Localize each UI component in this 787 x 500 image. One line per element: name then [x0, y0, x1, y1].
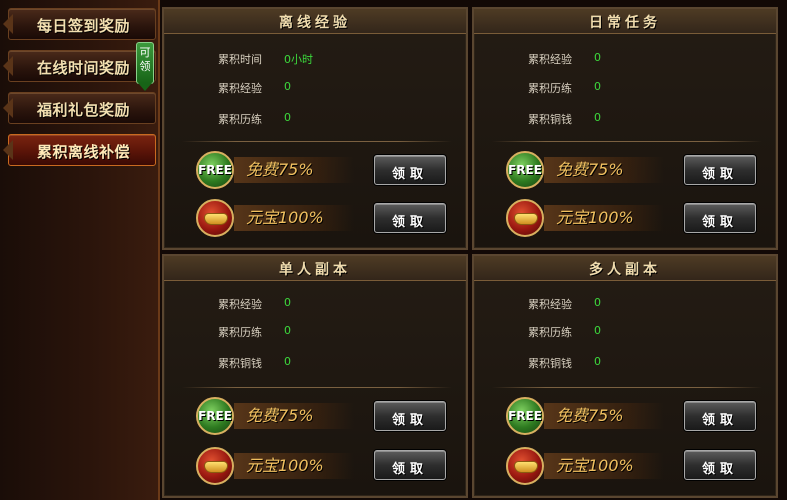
stat-label: 累积经验 — [528, 298, 572, 311]
stat-value: 0 — [284, 324, 291, 337]
sidebar-item-label: 累积离线补偿 — [37, 143, 131, 161]
claim-free-button[interactable]: 领取 — [684, 155, 756, 185]
stat-label: 累积历练 — [218, 326, 262, 339]
sidebar-item-online-time[interactable]: 在线时间奖励 — [3, 50, 156, 82]
panel-header: 单人副本 — [164, 256, 466, 281]
sidebar-item-label: 在线时间奖励 — [37, 59, 131, 77]
sidebar: 每日签到奖励 在线时间奖励 可领 福利礼包奖励 累积离线补偿 — [0, 0, 160, 500]
panel-title: 离线经验 — [279, 15, 351, 31]
claim-button-label: 领取 — [391, 462, 428, 477]
free-icon-label: FREE — [198, 409, 232, 423]
reward-ingot-label: 元宝100% — [234, 453, 354, 479]
stat-label: 累积铜钱 — [528, 357, 572, 370]
sidebar-item-offline-compensation[interactable]: 累积离线补偿 — [3, 134, 156, 166]
stat-label: 累积历练 — [528, 326, 572, 339]
claim-ingot-button[interactable]: 领取 — [684, 203, 756, 233]
sidebar-item-welfare-gift[interactable]: 福利礼包奖励 — [3, 92, 156, 124]
reward-free-label: 免费75% — [234, 403, 354, 429]
panel-solo-dungeon: 单人副本 累积经验 0 累积历练 0 累积铜钱 0 FREE 免费75% 领取 … — [162, 254, 468, 498]
divider — [492, 387, 762, 388]
stat-value: 0 — [284, 355, 291, 368]
stat-label: 累积历练 — [528, 82, 572, 95]
claim-free-button[interactable]: 领取 — [374, 401, 446, 431]
free-icon-label: FREE — [198, 163, 232, 177]
sidebar-item-daily-checkin[interactable]: 每日签到奖励 — [3, 8, 156, 40]
panel-header: 日常任务 — [474, 9, 776, 34]
free-icon-label: FREE — [508, 409, 542, 423]
panel-title: 日常任务 — [589, 15, 661, 31]
claim-button-label: 领取 — [701, 215, 738, 230]
stat-value: 0 — [594, 324, 601, 337]
stat-value: 0 — [284, 80, 291, 93]
gold-ingot-icon — [196, 447, 234, 485]
claim-ingot-button[interactable]: 领取 — [374, 203, 446, 233]
claim-button-label: 领取 — [391, 167, 428, 182]
free-icon: FREE — [196, 397, 234, 435]
stat-label: 累积经验 — [528, 53, 572, 66]
claim-free-button[interactable]: 领取 — [684, 401, 756, 431]
nav-notch-icon — [3, 14, 13, 34]
ingot-shape-icon — [204, 213, 228, 225]
nav-notch-icon — [3, 140, 13, 160]
ingot-shape-icon — [204, 461, 228, 473]
free-icon: FREE — [506, 151, 544, 189]
reward-ingot-label: 元宝100% — [544, 453, 664, 479]
reward-free-label: 免费75% — [544, 157, 664, 183]
stat-value: 0 — [594, 80, 601, 93]
nav-notch-icon — [3, 56, 13, 76]
stat-value: 0 — [284, 296, 291, 309]
panel-header: 离线经验 — [164, 9, 466, 34]
stat-value: 0 — [594, 111, 601, 124]
gold-ingot-icon — [506, 447, 544, 485]
claim-button-label: 领取 — [391, 215, 428, 230]
stat-label: 累积时间 — [218, 53, 262, 66]
claim-button-label: 领取 — [701, 413, 738, 428]
sidebar-item-label: 每日签到奖励 — [37, 17, 131, 35]
claimable-badge-label: 可领 — [139, 46, 151, 73]
reward-free-label: 免费75% — [544, 403, 664, 429]
divider — [182, 141, 452, 142]
divider — [492, 141, 762, 142]
stat-label: 累积经验 — [218, 298, 262, 311]
claim-free-button[interactable]: 领取 — [374, 155, 446, 185]
ingot-shape-icon — [514, 213, 538, 225]
nav-notch-icon — [3, 98, 13, 118]
reward-ingot-label: 元宝100% — [234, 205, 354, 231]
panel-header: 多人副本 — [474, 256, 776, 281]
stat-value: 0 — [594, 355, 601, 368]
panel-daily-task: 日常任务 累积经验 0 累积历练 0 累积铜钱 0 FREE 免费75% 领取 … — [472, 7, 778, 250]
stat-label: 累积铜钱 — [528, 113, 572, 126]
stat-label: 累积历练 — [218, 113, 262, 126]
stat-value: 0 — [284, 111, 291, 124]
reward-free-label: 免费75% — [234, 157, 354, 183]
panel-title: 单人副本 — [279, 262, 351, 278]
claim-button-label: 领取 — [391, 413, 428, 428]
stat-label: 累积经验 — [218, 82, 262, 95]
free-icon: FREE — [196, 151, 234, 189]
panel-team-dungeon: 多人副本 累积经验 0 累积历练 0 累积铜钱 0 FREE 免费75% 领取 … — [472, 254, 778, 498]
claim-button-label: 领取 — [701, 462, 738, 477]
stat-value: 0小时 — [284, 53, 313, 66]
free-icon-label: FREE — [508, 163, 542, 177]
panel-offline-exp: 离线经验 累积时间 0小时 累积经验 0 累积历练 0 FREE 免费75% 领… — [162, 7, 468, 250]
free-icon: FREE — [506, 397, 544, 435]
reward-ingot-label: 元宝100% — [544, 205, 664, 231]
stat-value: 0 — [594, 51, 601, 64]
claim-ingot-button[interactable]: 领取 — [374, 450, 446, 480]
claim-ingot-button[interactable]: 领取 — [684, 450, 756, 480]
sidebar-item-label: 福利礼包奖励 — [37, 101, 131, 119]
gold-ingot-icon — [506, 199, 544, 237]
claimable-badge: 可领 — [136, 42, 154, 91]
ingot-shape-icon — [514, 461, 538, 473]
claim-button-label: 领取 — [701, 167, 738, 182]
panel-title: 多人副本 — [589, 262, 661, 278]
gold-ingot-icon — [196, 199, 234, 237]
stat-label: 累积铜钱 — [218, 357, 262, 370]
stat-value: 0 — [594, 296, 601, 309]
divider — [182, 387, 452, 388]
